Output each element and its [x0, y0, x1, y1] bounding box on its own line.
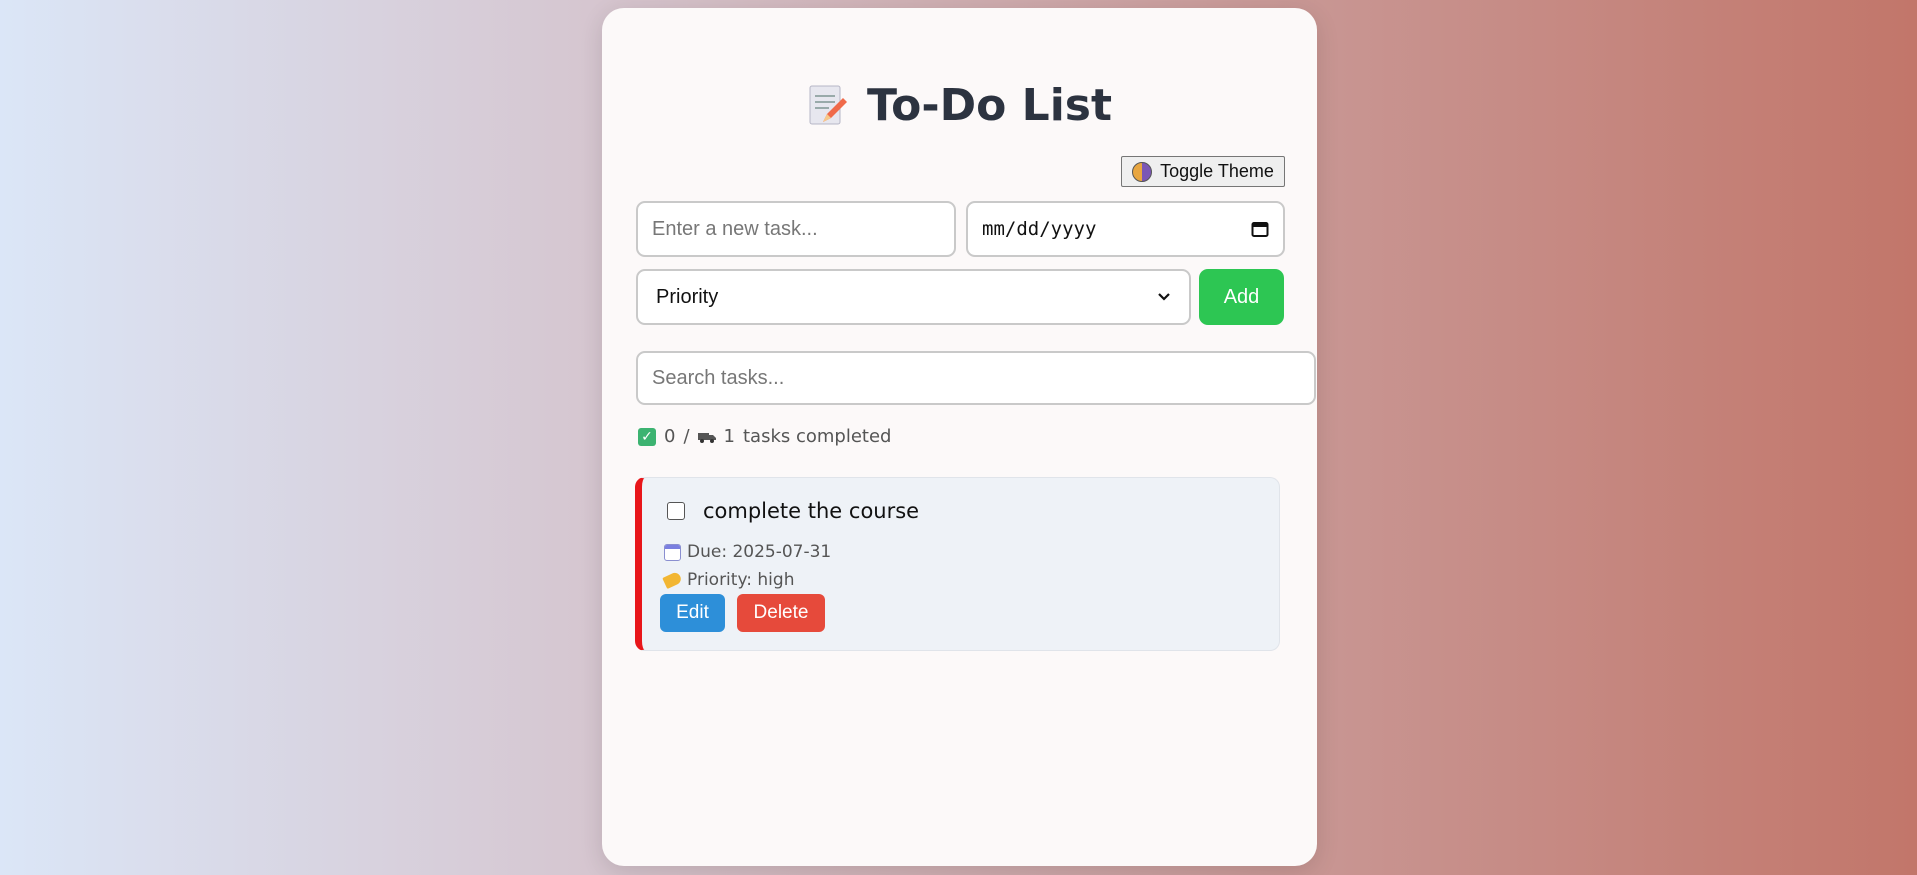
calendar-icon [664, 543, 681, 561]
task-priority: Priority: high [662, 570, 795, 590]
edit-button[interactable]: Edit [660, 594, 725, 632]
task-due-text: Due: 2025-07-31 [687, 542, 832, 562]
task-priority-text: Priority: high [687, 570, 795, 590]
task-input-placeholder: Enter a new task... [652, 217, 818, 240]
completed-count: 0 [664, 426, 676, 447]
theme-icon [1132, 161, 1153, 182]
toggle-theme-label: Toggle Theme [1160, 161, 1274, 181]
task-complete-checkbox[interactable] [667, 502, 685, 520]
page-title: To-Do List [602, 80, 1317, 131]
due-date-value: mm/dd/yyyy [982, 218, 1097, 240]
due-date-input[interactable]: mm/dd/yyyy [966, 201, 1285, 257]
checkmark-icon: ✓ [638, 427, 656, 446]
search-input-placeholder: Search tasks... [652, 366, 785, 389]
search-input[interactable]: Search tasks... [636, 351, 1316, 405]
task-name: complete the course [703, 499, 920, 523]
stats-suffix: tasks completed [742, 426, 892, 447]
stats-separator: / [683, 426, 690, 447]
calendar-picker-icon[interactable] [1251, 220, 1269, 238]
priority-select-value: Priority [656, 285, 719, 308]
task-due: Due: 2025-07-31 [664, 542, 831, 562]
task-input[interactable]: Enter a new task... [636, 201, 956, 257]
truck-icon [697, 432, 716, 443]
tag-icon [662, 570, 683, 590]
title-text: To-Do List [866, 80, 1113, 131]
task-item: complete the course Due: 2025-07-31 Prio… [635, 477, 1280, 651]
todo-card: To-Do List Toggle Theme Enter a new task… [602, 8, 1317, 866]
priority-select[interactable]: Priority [636, 269, 1191, 325]
delete-button[interactable]: Delete [737, 594, 825, 632]
chevron-down-icon [1158, 293, 1170, 301]
add-button[interactable]: Add [1199, 269, 1284, 325]
total-count: 1 [723, 426, 735, 447]
memo-icon [807, 84, 849, 128]
completion-stats: ✓ 0 / 1 tasks completed [638, 426, 891, 447]
toggle-theme-button[interactable]: Toggle Theme [1121, 156, 1285, 187]
